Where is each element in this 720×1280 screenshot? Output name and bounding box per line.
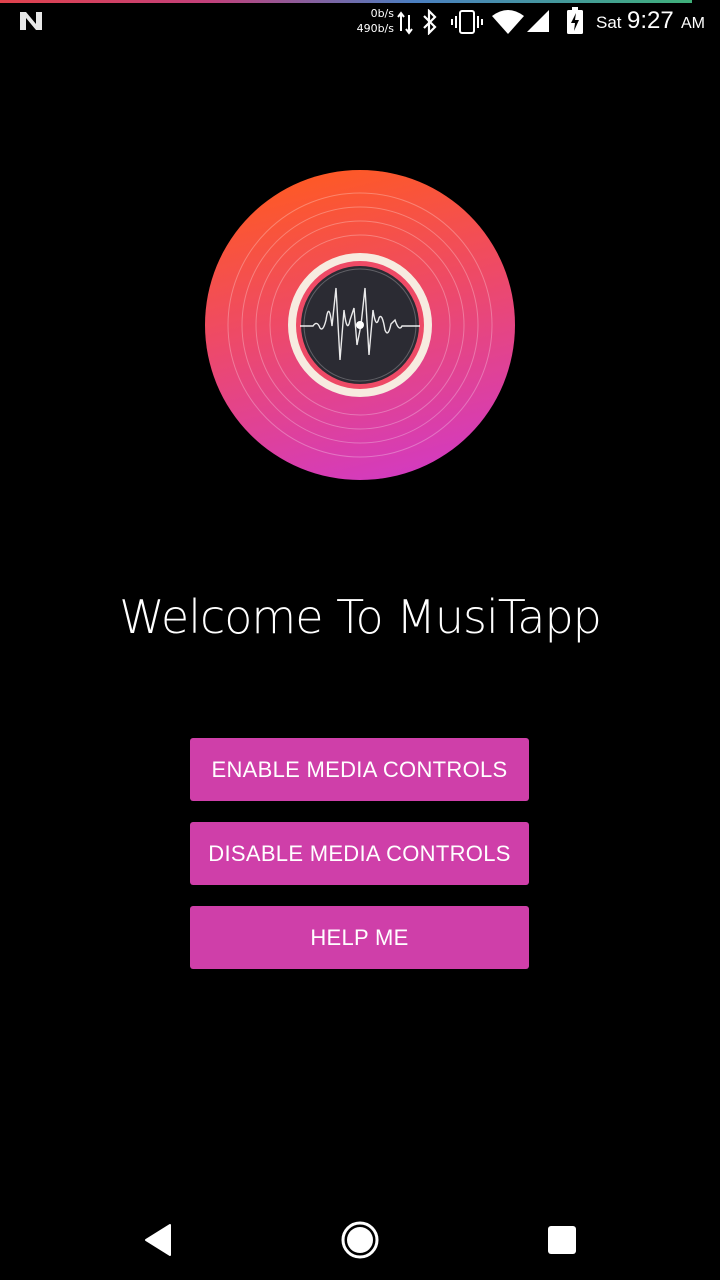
data-arrows-icon (397, 11, 413, 35)
back-icon (145, 1224, 171, 1256)
nav-home-button[interactable] (336, 1216, 384, 1264)
status-time: 9:27 (627, 7, 674, 34)
disable-media-controls-button[interactable]: DISABLE MEDIA CONTROLS (190, 822, 529, 885)
enable-media-controls-button[interactable]: ENABLE MEDIA CONTROLS (190, 738, 529, 801)
network-speed: 0b/s 490b/s (352, 6, 394, 36)
recents-icon (548, 1226, 576, 1254)
status-bar: 0b/s 490b/s Sat 9:27 AM (0, 0, 720, 48)
navigation-bar (0, 1200, 720, 1280)
welcome-title: Welcome To MusiTapp (119, 590, 602, 644)
net-speed-up: 0b/s (370, 7, 394, 20)
nav-recents-button[interactable] (538, 1216, 586, 1264)
wifi-icon (492, 10, 524, 34)
vibrate-icon (451, 10, 483, 34)
status-ampm: AM (681, 15, 705, 32)
cell-signal-icon (527, 10, 549, 32)
n-logo-icon (20, 12, 42, 30)
status-day: Sat (596, 13, 622, 32)
vinyl-record-waveform-icon (205, 170, 515, 480)
nav-back-button[interactable] (134, 1216, 182, 1264)
home-icon (341, 1221, 379, 1259)
battery-charging-icon (567, 7, 583, 34)
help-me-button[interactable]: HELP ME (190, 906, 529, 969)
net-speed-down: 490b/s (356, 22, 394, 35)
bluetooth-icon (423, 9, 437, 35)
